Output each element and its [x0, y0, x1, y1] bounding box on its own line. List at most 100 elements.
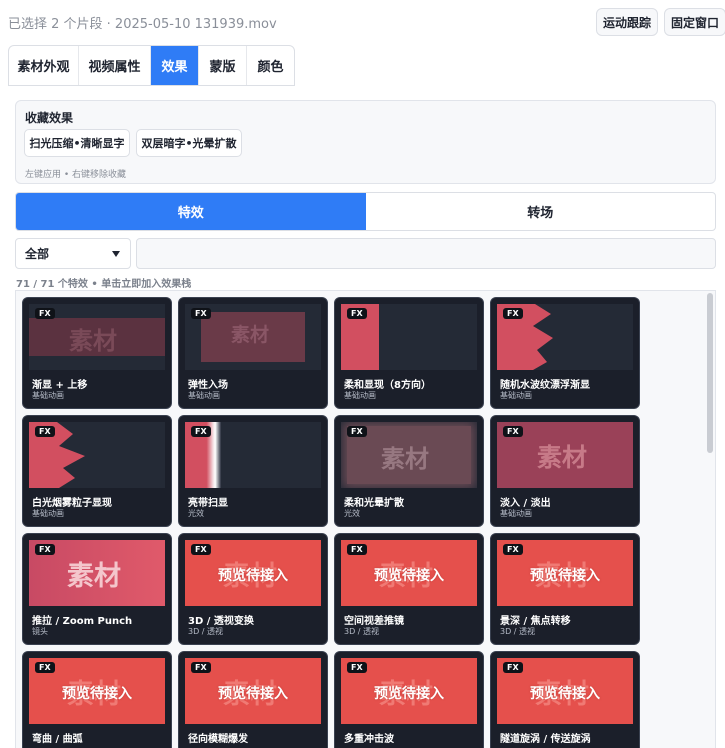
effect-category: 光效	[188, 509, 204, 518]
preview-label: 预览待接入	[374, 686, 444, 702]
tab-mask[interactable]: 蒙版	[199, 46, 247, 85]
effect-preview: FX	[497, 304, 633, 370]
effect-card[interactable]: FX 素材 预览待接入 径向模糊爆发	[178, 651, 328, 748]
tab-video-properties[interactable]: 视频属性	[79, 46, 151, 85]
effect-card[interactable]: FX 素材 预览待接入 3D / 透视变换 3D / 透视	[178, 533, 328, 645]
chevron-down-icon	[112, 251, 120, 257]
search-input[interactable]	[136, 238, 716, 269]
effect-preview: FX 素材	[29, 304, 165, 370]
effect-card[interactable]: FX 白光烟雾粒子显现 基础动画	[22, 415, 172, 527]
fx-badge: FX	[35, 662, 55, 673]
preview-label: 预览待接入	[218, 568, 288, 584]
category-select-value: 全部	[25, 247, 50, 261]
effect-category: 基础动画	[32, 509, 64, 518]
effect-category: 镜头	[32, 627, 48, 636]
effect-category: 3D / 透视	[500, 627, 536, 636]
effect-card[interactable]: FX 素材 推拉 / Zoom Punch 镜头	[22, 533, 172, 645]
effect-preview: FX 素材 预览待接入	[29, 658, 165, 724]
preview-label: 素材	[381, 445, 429, 473]
preview-label: 素材	[231, 324, 270, 346]
favorites-panel: 收藏效果 扫光压缩•清晰显字 双层暗字•光晕扩散 左键应用 • 右键移除收藏	[15, 100, 716, 184]
effect-card[interactable]: FX 素材 预览待接入景深 / 焦点转移 3D / 透视	[490, 533, 640, 645]
favorite-chip[interactable]: 扫光压缩•清晰显字	[24, 129, 130, 157]
effect-card[interactable]: FX 素材 预览待接入隧道旋涡 / 传送旋涡	[490, 651, 640, 748]
tab-appearance[interactable]: 素材外观	[9, 46, 79, 85]
effect-card[interactable]: FX 素材 预览待接入弯曲 / 曲弧	[22, 651, 172, 748]
effect-name: 柔和光晕扩散	[344, 498, 404, 509]
fx-badge: FX	[347, 426, 367, 437]
category-select[interactable]: 全部	[15, 238, 131, 269]
effect-type-switch: 特效 转场	[15, 192, 716, 231]
effect-count: 71 / 71 个特效 • 单击立即加入效果栈	[16, 279, 192, 290]
effect-card[interactable]: FX 素材 淡入 / 淡出 基础动画	[490, 415, 640, 527]
effect-card[interactable]: FX 素材渐显 + 上移 基础动画	[22, 297, 172, 409]
effect-preview: FX 素材	[497, 422, 633, 488]
effect-card[interactable]: FX 素材 弹性入场 基础动画	[178, 297, 328, 409]
pin-window-button[interactable]: 固定窗口	[664, 8, 725, 36]
fx-badge: FX	[191, 308, 211, 319]
effect-name: 渐显 + 上移	[32, 380, 88, 391]
fx-badge: FX	[35, 308, 55, 319]
favorite-chip[interactable]: 双层暗字•光晕扩散	[136, 129, 242, 157]
effect-card[interactable]: FX 素材 预览待接入多重冲击波	[334, 651, 484, 748]
effect-preview: FX 素材 预览待接入	[341, 540, 477, 606]
favorites-hint: 左键应用 • 右键移除收藏	[25, 170, 127, 180]
fx-badge: FX	[347, 662, 367, 673]
effect-preview: FX 素材 预览待接入	[497, 658, 633, 724]
effect-preview: FX 素材 预览待接入	[185, 658, 321, 724]
effect-name: 亮带扫显	[188, 498, 228, 509]
effect-category: 基础动画	[32, 391, 64, 400]
effect-card[interactable]: FX 柔和显现（8方向） 基础动画	[334, 297, 484, 409]
effect-name: 多重冲击波	[344, 734, 394, 745]
effect-name: 3D / 透视变换	[188, 616, 254, 627]
effect-preview: FX 素材 预览待接入	[341, 658, 477, 724]
scrollbar-thumb[interactable]	[707, 293, 713, 453]
effect-name: 柔和显现（8方向）	[344, 380, 431, 391]
preview-label: 预览待接入	[218, 686, 288, 702]
effect-category: 3D / 透视	[188, 627, 224, 636]
effect-category: 基础动画	[344, 391, 376, 400]
effect-name: 景深 / 焦点转移	[500, 616, 571, 627]
favorites-title: 收藏效果	[25, 111, 74, 125]
fx-badge: FX	[191, 426, 211, 437]
effect-category: 3D / 透视	[344, 627, 380, 636]
fx-badge: FX	[191, 662, 211, 673]
preview-label: 素材	[537, 443, 588, 472]
effect-preview: FX 素材 预览待接入	[497, 540, 633, 606]
fx-badge: FX	[347, 308, 367, 319]
scrollbar[interactable]	[707, 293, 713, 747]
fx-badge: FX	[347, 544, 367, 555]
segment-effects[interactable]: 特效	[16, 193, 366, 230]
fx-badge: FX	[503, 544, 523, 555]
effect-preview: FX 素材	[185, 304, 321, 370]
preview-label: 预览待接入	[530, 686, 600, 702]
motion-tracking-button[interactable]: 运动跟踪	[596, 8, 658, 36]
effect-preview: FX	[185, 422, 321, 488]
segment-transitions[interactable]: 转场	[366, 193, 716, 230]
effect-name: 随机水波纹漂浮渐显	[500, 380, 590, 391]
tab-effects[interactable]: 效果	[151, 46, 199, 85]
effect-name: 隧道旋涡 / 传送旋涡	[500, 734, 591, 745]
effect-name: 弯曲 / 曲弧	[32, 734, 83, 745]
effect-name: 弹性入场	[188, 380, 228, 391]
effect-preview: FX	[29, 422, 165, 488]
effect-card[interactable]: FX 素材柔和光晕扩散 光效	[334, 415, 484, 527]
effect-name: 白光烟雾粒子显现	[32, 498, 112, 509]
effects-grid: FX 素材 渐显 + 上移 基础动画 FX 素材 弹性入场 基础动画 FX 柔和显现（8方向） 基础…	[15, 290, 716, 748]
effect-preview: FX 素材	[341, 422, 477, 488]
preview-label: 预览待接入	[62, 686, 132, 702]
preview-label: 素材	[69, 327, 117, 355]
effect-card[interactable]: FX 亮带扫显 光效	[178, 415, 328, 527]
effect-preview: FX 素材	[29, 540, 165, 606]
effect-preview: FX 素材 预览待接入	[185, 540, 321, 606]
fx-badge: FX	[503, 308, 523, 319]
effect-category: 光效	[344, 509, 360, 518]
fx-badge: FX	[35, 426, 55, 437]
effect-name: 空间视差推镜	[344, 616, 404, 627]
effect-name: 淡入 / 淡出	[500, 498, 551, 509]
effect-card[interactable]: FX 素材 预览待接入空间视差推镜 3D / 透视	[334, 533, 484, 645]
effect-card[interactable]: FX 随机水波纹漂浮渐显 基础动画	[490, 297, 640, 409]
fx-badge: FX	[503, 662, 523, 673]
selection-info: 已选择 2 个片段 · 2025-05-10 131939.mov	[8, 17, 277, 32]
tab-color[interactable]: 颜色	[247, 46, 294, 85]
